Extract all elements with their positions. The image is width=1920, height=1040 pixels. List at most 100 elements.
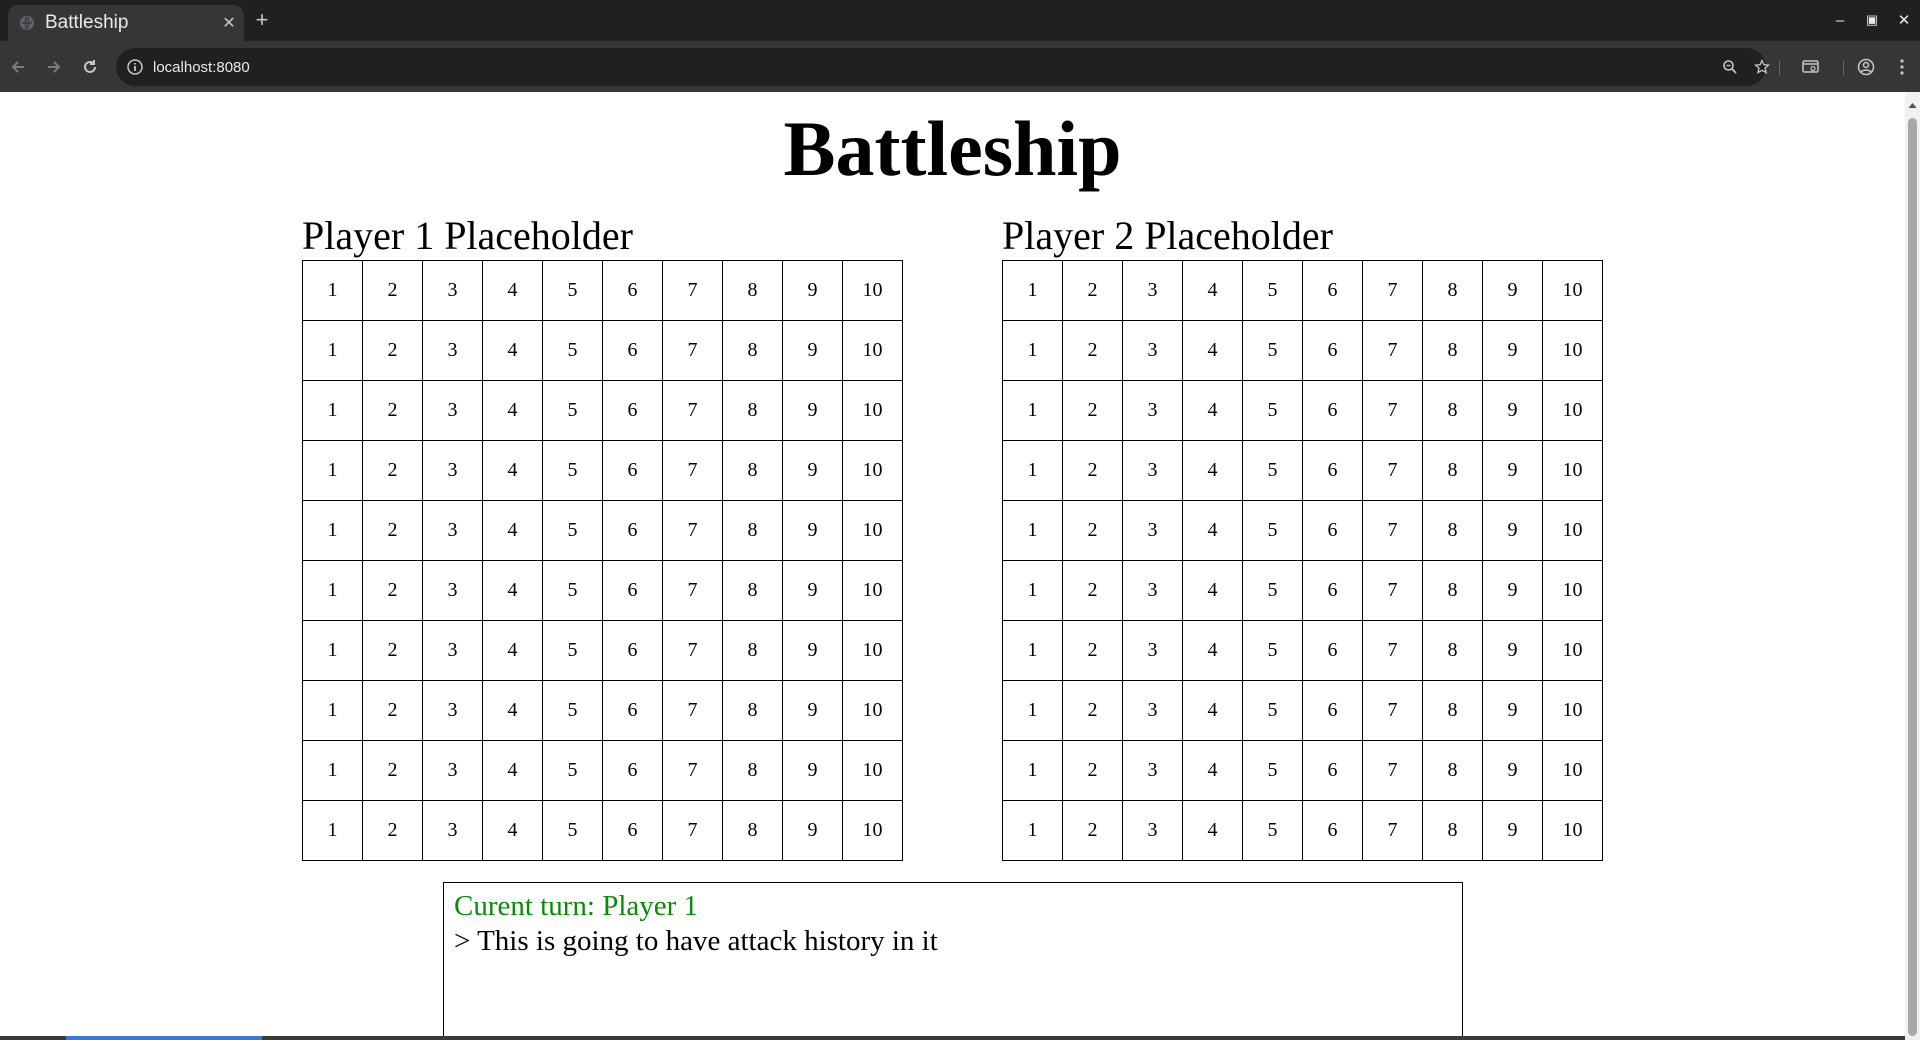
- zoom-icon[interactable]: [1716, 53, 1744, 81]
- tab-search-icon[interactable]: [1797, 53, 1825, 81]
- player1-board-cell[interactable]: 4: [482, 260, 543, 321]
- player2-board-cell[interactable]: 2: [1062, 560, 1123, 621]
- minimize-icon[interactable]: –: [1824, 8, 1856, 32]
- player2-board-cell[interactable]: 4: [1182, 680, 1243, 741]
- url-text[interactable]: localhost:8080: [153, 59, 250, 76]
- player1-board-cell[interactable]: 5: [542, 620, 603, 681]
- player1-board-cell[interactable]: 10: [842, 740, 903, 801]
- player1-board-cell[interactable]: 5: [542, 500, 603, 561]
- player2-board-cell[interactable]: 8: [1422, 260, 1483, 321]
- player1-board-cell[interactable]: 3: [422, 740, 483, 801]
- player1-board-cell[interactable]: 1: [302, 740, 363, 801]
- player1-board-cell[interactable]: 7: [662, 740, 723, 801]
- player1-board-cell[interactable]: 5: [542, 740, 603, 801]
- player1-board-cell[interactable]: 1: [302, 440, 363, 501]
- player1-board-cell[interactable]: 3: [422, 500, 483, 561]
- player2-board-cell[interactable]: 1: [1002, 680, 1063, 741]
- player2-board-cell[interactable]: 4: [1182, 800, 1243, 861]
- player1-board-cell[interactable]: 1: [302, 620, 363, 681]
- player1-board-cell[interactable]: 5: [542, 320, 603, 381]
- player2-board-cell[interactable]: 7: [1362, 320, 1423, 381]
- player2-board-cell[interactable]: 7: [1362, 560, 1423, 621]
- player2-board-cell[interactable]: 10: [1542, 740, 1603, 801]
- menu-kebab-icon[interactable]: [1888, 53, 1916, 81]
- player2-board-cell[interactable]: 6: [1302, 440, 1363, 501]
- player1-board-cell[interactable]: 2: [362, 680, 423, 741]
- player2-board-cell[interactable]: 7: [1362, 500, 1423, 561]
- player2-board-cell[interactable]: 2: [1062, 800, 1123, 861]
- player1-board-cell[interactable]: 9: [782, 620, 843, 681]
- player1-board-cell[interactable]: 10: [842, 500, 903, 561]
- player1-board-cell[interactable]: 9: [782, 680, 843, 741]
- player2-board-cell[interactable]: 8: [1422, 740, 1483, 801]
- player1-board-cell[interactable]: 6: [602, 440, 663, 501]
- scrollbar-thumb[interactable]: [1908, 118, 1917, 1036]
- player1-board-cell[interactable]: 10: [842, 560, 903, 621]
- player2-board-cell[interactable]: 3: [1122, 740, 1183, 801]
- address-bar[interactable]: localhost:8080: [116, 48, 1766, 86]
- player1-board-cell[interactable]: 2: [362, 560, 423, 621]
- player2-board-cell[interactable]: 6: [1302, 320, 1363, 381]
- player2-board-cell[interactable]: 7: [1362, 440, 1423, 501]
- player1-board-cell[interactable]: 6: [602, 740, 663, 801]
- player1-board-cell[interactable]: 5: [542, 680, 603, 741]
- player1-board-cell[interactable]: 9: [782, 260, 843, 321]
- player2-board-cell[interactable]: 6: [1302, 680, 1363, 741]
- player2-board-cell[interactable]: 2: [1062, 440, 1123, 501]
- player2-board-cell[interactable]: 4: [1182, 500, 1243, 561]
- player2-board-cell[interactable]: 4: [1182, 620, 1243, 681]
- player1-board-cell[interactable]: 2: [362, 740, 423, 801]
- player1-board-cell[interactable]: 6: [602, 800, 663, 861]
- player1-board-cell[interactable]: 7: [662, 320, 723, 381]
- player1-board-cell[interactable]: 3: [422, 320, 483, 381]
- player1-board-cell[interactable]: 9: [782, 740, 843, 801]
- player1-board-cell[interactable]: 5: [542, 800, 603, 861]
- player2-board-cell[interactable]: 10: [1542, 680, 1603, 741]
- player1-board-cell[interactable]: 3: [422, 680, 483, 741]
- player1-board-cell[interactable]: 8: [722, 680, 783, 741]
- player2-board-cell[interactable]: 7: [1362, 380, 1423, 441]
- player1-board-cell[interactable]: 4: [482, 740, 543, 801]
- player2-board-cell[interactable]: 5: [1242, 440, 1303, 501]
- player2-board-cell[interactable]: 5: [1242, 800, 1303, 861]
- player1-board-cell[interactable]: 9: [782, 800, 843, 861]
- player2-board-cell[interactable]: 3: [1122, 500, 1183, 561]
- new-tab-button[interactable]: +: [248, 6, 276, 34]
- player1-board-cell[interactable]: 6: [602, 380, 663, 441]
- player2-board-cell[interactable]: 9: [1482, 320, 1543, 381]
- player2-board-cell[interactable]: 4: [1182, 440, 1243, 501]
- player2-board-cell[interactable]: 2: [1062, 320, 1123, 381]
- player1-board-cell[interactable]: 7: [662, 380, 723, 441]
- close-icon[interactable]: ✕: [214, 13, 244, 33]
- player1-board-cell[interactable]: 1: [302, 560, 363, 621]
- player2-board-cell[interactable]: 2: [1062, 500, 1123, 561]
- player2-board-cell[interactable]: 9: [1482, 680, 1543, 741]
- player1-board-cell[interactable]: 1: [302, 320, 363, 381]
- player2-board-cell[interactable]: 7: [1362, 680, 1423, 741]
- player1-board-cell[interactable]: 6: [602, 680, 663, 741]
- player2-board-cell[interactable]: 5: [1242, 740, 1303, 801]
- player2-board-cell[interactable]: 9: [1482, 260, 1543, 321]
- player1-board-cell[interactable]: 2: [362, 620, 423, 681]
- player2-board-cell[interactable]: 2: [1062, 740, 1123, 801]
- player2-board-cell[interactable]: 5: [1242, 380, 1303, 441]
- player2-board-cell[interactable]: 5: [1242, 320, 1303, 381]
- player2-board-cell[interactable]: 1: [1002, 260, 1063, 321]
- player2-board-cell[interactable]: 3: [1122, 440, 1183, 501]
- player2-board-cell[interactable]: 1: [1002, 800, 1063, 861]
- player1-board-cell[interactable]: 10: [842, 320, 903, 381]
- info-icon[interactable]: [126, 58, 144, 76]
- player1-board-cell[interactable]: 6: [602, 500, 663, 561]
- player2-board-cell[interactable]: 2: [1062, 680, 1123, 741]
- player2-board-cell[interactable]: 10: [1542, 800, 1603, 861]
- player2-board-cell[interactable]: 7: [1362, 260, 1423, 321]
- player1-board-cell[interactable]: 3: [422, 800, 483, 861]
- player1-board-cell[interactable]: 8: [722, 500, 783, 561]
- player1-board-cell[interactable]: 4: [482, 560, 543, 621]
- player2-board-cell[interactable]: 10: [1542, 560, 1603, 621]
- player2-board-cell[interactable]: 6: [1302, 500, 1363, 561]
- player2-board-cell[interactable]: 10: [1542, 320, 1603, 381]
- player2-board-cell[interactable]: 5: [1242, 500, 1303, 561]
- player1-board-cell[interactable]: 9: [782, 500, 843, 561]
- player1-board-cell[interactable]: 3: [422, 620, 483, 681]
